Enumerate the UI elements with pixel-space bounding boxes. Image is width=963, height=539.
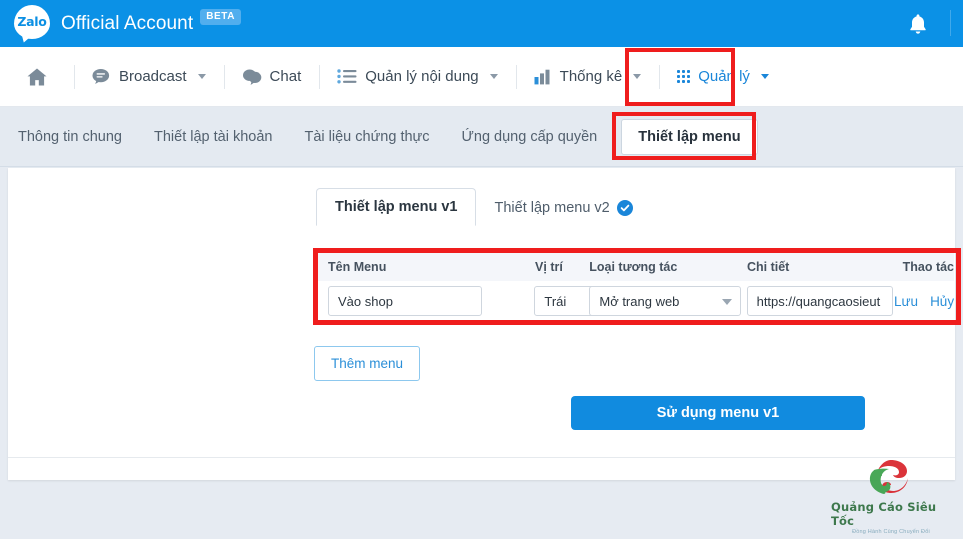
column-header-name: Tên Menu	[328, 259, 387, 274]
menu-detail-input[interactable]: https://quangcaosieut	[746, 286, 893, 316]
menu-table-header-row: Tên Menu Vị trí Loại tương tác Chi tiết …	[318, 252, 954, 281]
chevron-down-icon	[760, 74, 769, 79]
column-header-actions: Thao tác	[902, 259, 955, 274]
nav-divider	[223, 64, 225, 89]
nav-divider	[74, 64, 75, 89]
menu-name-input[interactable]: Vào shop	[328, 286, 482, 316]
menu-position-cell: Trái	[534, 286, 597, 316]
nav-item-management[interactable]: Quản lý	[659, 47, 787, 107]
nav-item-broadcast-label: Broadcast	[119, 68, 187, 85]
home-icon	[26, 67, 48, 87]
column-header-interaction-type: Loại tương tác	[589, 259, 678, 274]
subnav-item-account-setup[interactable]: Thiết lập tài khoản	[138, 129, 289, 145]
nav-item-statistics[interactable]: Thống kê	[515, 47, 660, 107]
subnav-item-general-info[interactable]: Thông tin chung	[2, 129, 138, 145]
nav-item-statistics-label: Thống kê	[559, 68, 623, 85]
subnav-item-authorized-apps[interactable]: Ứng dụng cấp quyền	[446, 129, 614, 145]
list-icon	[337, 69, 357, 84]
tab-menu-v1[interactable]: Thiết lập menu v1	[316, 188, 477, 226]
menu-version-tabs: Thiết lập menu v1 Thiết lập menu v2	[316, 188, 651, 226]
grid-icon	[677, 70, 691, 83]
add-menu-button[interactable]: Thêm menu	[314, 346, 421, 381]
notification-bell-button[interactable]	[903, 9, 933, 39]
chevron-down-icon	[633, 74, 642, 79]
menu-table: Tên Menu Vị trí Loại tương tác Chi tiết …	[318, 252, 954, 322]
nav-item-broadcast[interactable]: Broadcast	[74, 47, 224, 107]
nav-item-home[interactable]	[0, 47, 74, 107]
menu-interaction-type-cell: Mở trang web	[589, 286, 746, 316]
cancel-link[interactable]: Hủy	[930, 294, 954, 309]
secondary-navigation-bar: Thông tin chung Thiết lập tài khoản Tài …	[0, 107, 963, 167]
interaction-type-value: Mở trang web	[599, 293, 680, 309]
column-header-position: Vị trí	[535, 259, 563, 274]
nav-divider	[319, 64, 321, 89]
zalo-logo-icon: Zalo	[14, 4, 52, 44]
menu-actions-cell: Lưu Hủy	[894, 294, 954, 309]
app-root: Zalo Official Account BETA Broadcast Cha…	[0, 0, 963, 539]
tab-menu-v2[interactable]: Thiết lập menu v2	[476, 190, 650, 226]
chevron-down-icon	[489, 74, 498, 79]
check-circle-icon	[616, 200, 633, 216]
interaction-type-select[interactable]: Mở trang web	[589, 286, 742, 316]
nav-divider	[659, 64, 661, 89]
subnav-item-certification-docs[interactable]: Tài liệu chứng thực	[289, 129, 446, 145]
brand-logo[interactable]: Zalo Official Account BETA	[14, 4, 242, 44]
watermark-logo: Quảng Cáo Siêu Tốc Đồng Hành Cùng Chuyển…	[831, 460, 951, 535]
menu-position-input[interactable]: Trái	[534, 286, 597, 316]
top-header-bar: Zalo Official Account BETA	[0, 0, 963, 47]
brand-title: Official Account	[61, 12, 194, 34]
tab-menu-v2-label: Thiết lập menu v2	[494, 200, 610, 216]
chat-icon	[242, 68, 262, 86]
nav-item-chat[interactable]: Chat	[223, 47, 320, 107]
bell-icon	[908, 13, 928, 35]
nav-divider	[515, 64, 517, 89]
header-divider	[950, 10, 951, 36]
nav-item-management-label: Quản lý	[698, 68, 750, 85]
use-menu-v1-button[interactable]: Sử dụng menu v1	[571, 396, 865, 430]
chevron-down-icon	[722, 299, 733, 305]
watermark-tagline: Đồng Hành Cùng Chuyển Đổi	[852, 529, 930, 535]
quangcaosieutoc-swirl-icon	[864, 456, 918, 498]
menu-name-cell: Vào shop	[328, 286, 534, 316]
beta-badge: BETA	[200, 9, 242, 25]
subnav-item-menu-setup[interactable]: Thiết lập menu	[621, 118, 758, 155]
table-row: Vào shop Trái Mở trang web https://quang…	[318, 281, 954, 321]
column-header-detail: Chi tiết	[746, 259, 790, 274]
nav-item-content-management-label: Quản lý nội dung	[365, 68, 479, 85]
nav-item-chat-label: Chat	[269, 68, 302, 85]
chevron-down-icon	[197, 74, 206, 79]
menu-detail-cell: https://quangcaosieut	[746, 286, 894, 316]
watermark-title: Quảng Cáo Siêu Tốc	[831, 500, 937, 528]
bar-chart-icon	[534, 69, 552, 85]
save-link[interactable]: Lưu	[894, 294, 918, 309]
nav-item-content-management[interactable]: Quản lý nội dung	[319, 47, 515, 107]
broadcast-icon	[92, 68, 111, 85]
main-navigation-bar: Broadcast Chat Quản lý nội dung Thống kê…	[0, 47, 963, 107]
zalo-logo-text: Zalo	[17, 14, 47, 29]
content-card-divider	[8, 457, 955, 458]
